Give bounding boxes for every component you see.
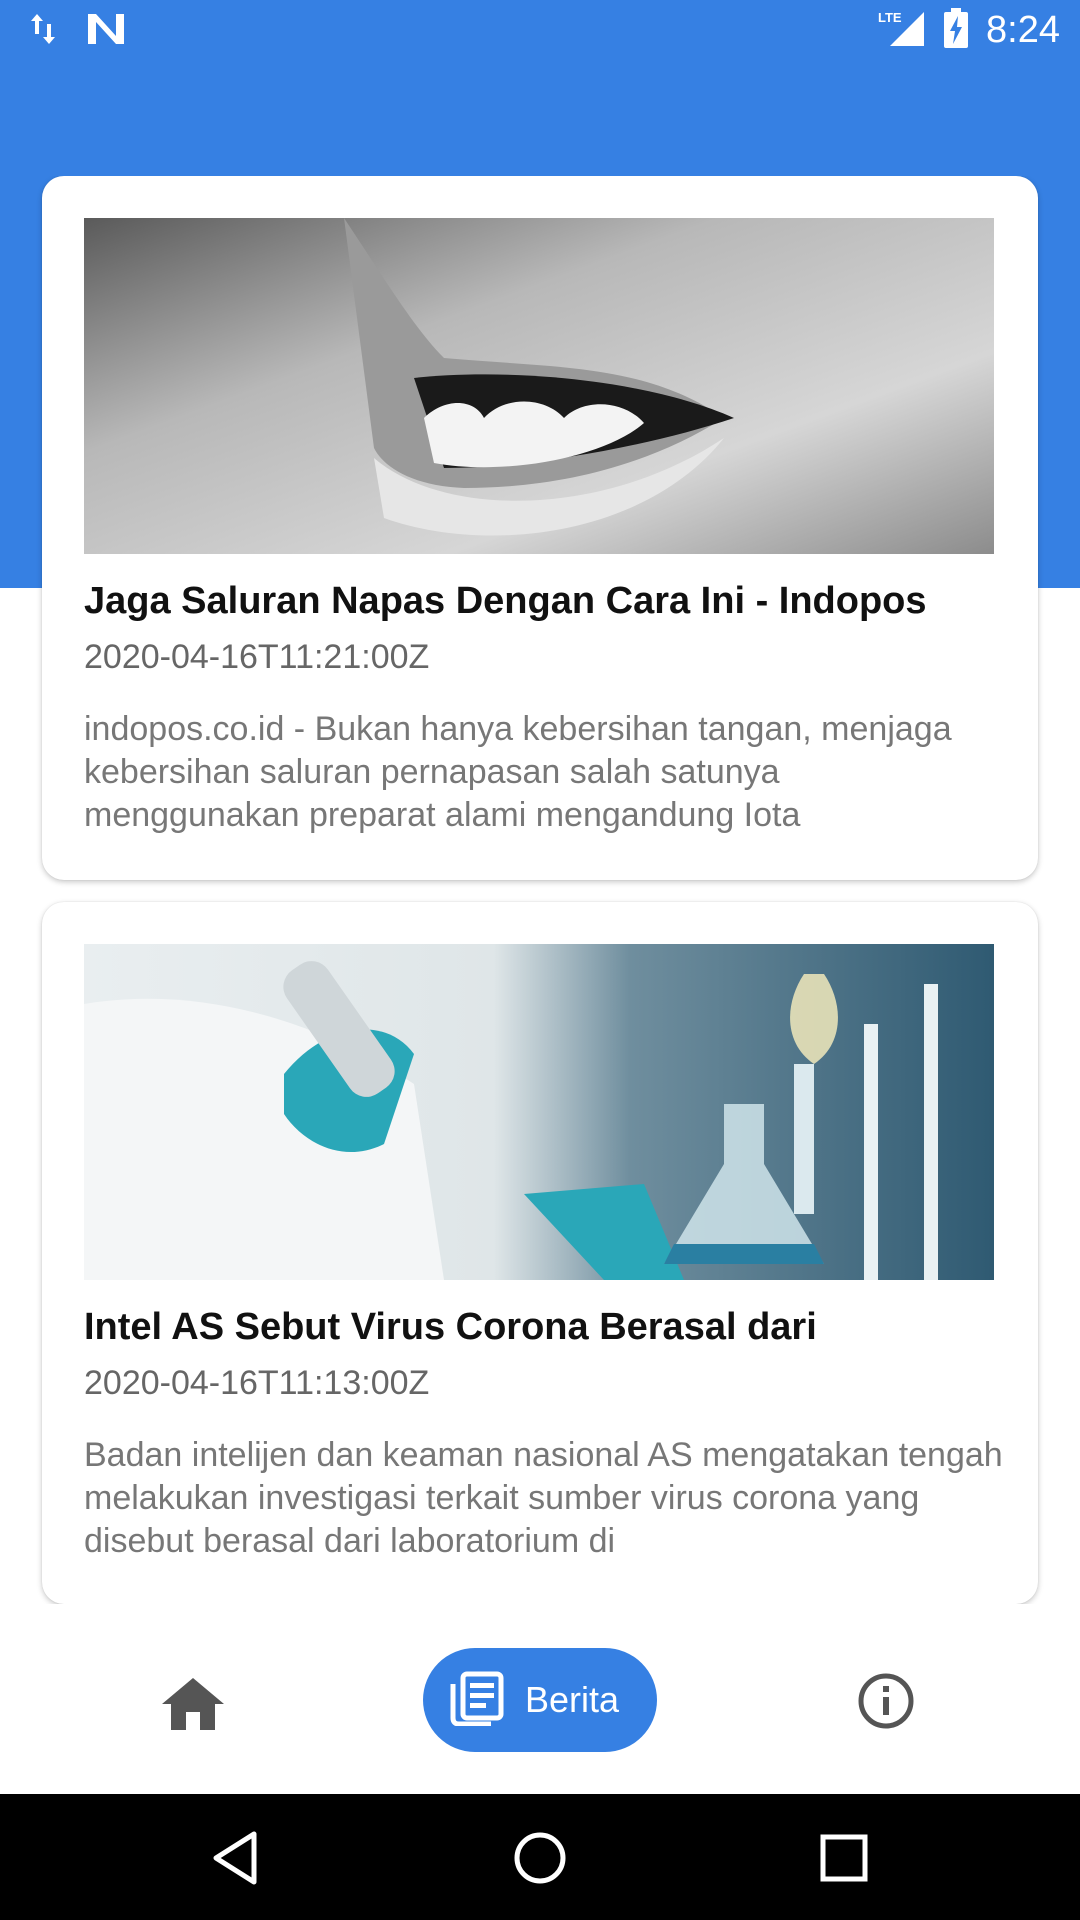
news-card[interactable]: Intel AS Sebut Virus Corona Berasal dari…: [42, 902, 1038, 1604]
data-transfer-icon: [30, 12, 56, 51]
article-title[interactable]: Intel AS Sebut Virus Corona Berasal dari: [84, 1306, 1004, 1349]
news-icon: [449, 1670, 505, 1731]
back-icon[interactable]: [206, 1828, 266, 1888]
system-navigation-bar: [0, 1794, 1080, 1920]
article-date: 2020-04-16T11:21:00Z: [84, 638, 430, 676]
battery-charging-icon: [944, 8, 969, 53]
article-description: Badan intelijen dan keaman nasional AS m…: [84, 1436, 1003, 1560]
bottom-navigation: Berita: [0, 1604, 1080, 1794]
recents-icon[interactable]: [814, 1828, 874, 1888]
article-title[interactable]: Jaga Saluran Napas Dengan Cara Ini - Ind…: [84, 580, 1004, 623]
svg-text:LTE: LTE: [878, 10, 902, 25]
article-description: indopos.co.id - Bukan hanya kebersihan t…: [84, 710, 952, 834]
home-icon[interactable]: [160, 1674, 226, 1734]
info-icon[interactable]: [856, 1671, 916, 1731]
article-date: 2020-04-16T11:13:00Z: [84, 1364, 430, 1402]
home-circle-icon[interactable]: [510, 1828, 570, 1888]
article-image: [84, 218, 994, 554]
status-bar: LTE 8:24: [0, 0, 1080, 64]
news-card[interactable]: Jaga Saluran Napas Dengan Cara Ini - Ind…: [42, 176, 1038, 880]
news-list[interactable]: Jaga Saluran Napas Dengan Cara Ini - Ind…: [0, 176, 1080, 1604]
lte-signal-icon: LTE: [878, 8, 926, 53]
tab-berita-label: Berita: [525, 1679, 620, 1720]
tab-berita[interactable]: Berita: [423, 1648, 657, 1752]
n-logo-icon: [86, 12, 126, 51]
article-image: [84, 944, 994, 1280]
status-time: 8:24: [986, 9, 1060, 51]
